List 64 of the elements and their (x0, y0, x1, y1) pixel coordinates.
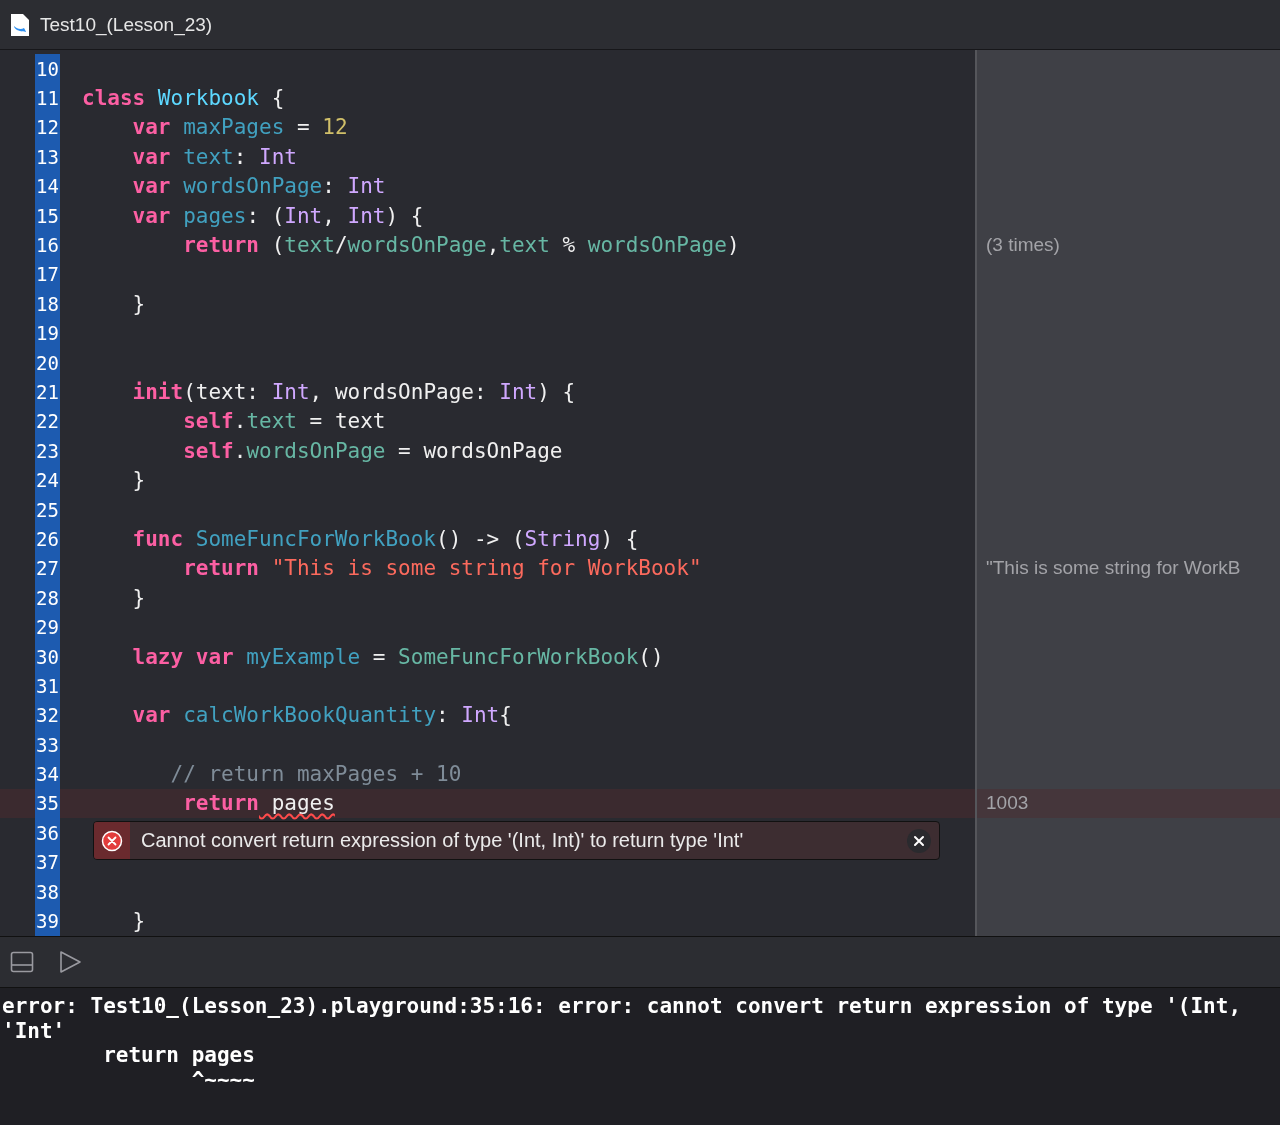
code-line: return "This is some string for WorkBook" (182, 556, 702, 581)
line-number: 33 (35, 730, 60, 760)
line-number: 14 (35, 171, 60, 201)
code-line: return (text/wordsOnPage,text % wordsOnPage) (182, 233, 740, 258)
line-number: 26 (35, 524, 60, 554)
line-number: 34 (35, 759, 60, 789)
line-number: 32 (35, 700, 60, 730)
panel-toggle-icon[interactable] (10, 950, 34, 974)
result-value: "This is some string for WorkB (986, 557, 1241, 580)
line-number: 29 (35, 612, 60, 642)
code-line: var wordsOnPage: Int (131, 174, 386, 199)
code-line: var pages: (Int, Int) { (131, 203, 424, 228)
code-line: var calcWorkBookQuantity: Int{ (131, 703, 512, 728)
line-number: 37 (35, 847, 60, 877)
line-number: 11 (35, 83, 60, 113)
code-line: func SomeFuncForWorkBook() -> (String) { (131, 526, 639, 551)
line-number: 30 (35, 641, 60, 672)
line-number: 39 (35, 906, 60, 936)
code-line: } (131, 291, 146, 316)
line-number: 18 (35, 289, 60, 319)
line-number: 38 (35, 876, 60, 907)
play-icon[interactable] (58, 950, 82, 974)
line-number: 27 (35, 553, 60, 584)
error-message: Cannot convert return expression of type '(Int, Int)' to return type 'Int' (141, 829, 745, 853)
code-line: return pages (182, 791, 335, 816)
code-line: class Workbook { (82, 86, 285, 111)
line-number: 19 (35, 318, 60, 348)
code-line: } (131, 909, 146, 933)
line-number: 20 (35, 347, 60, 378)
result-value: (3 times) (986, 234, 1060, 257)
line-number: 31 (35, 671, 60, 701)
console-line: error: Test10_(Lesson_23).playground:35:16: error: cannot convert return expression of type '(Int, (1, 994, 1243, 1019)
line-number: 22 (35, 406, 60, 437)
line-number: 10 (35, 54, 60, 84)
code-line: self.wordsOnPage = wordsOnPage (182, 438, 563, 463)
code-line: init(text: Int, wordsOnPage: Int) { (131, 380, 576, 404)
code-line: // return maxPages + 10 (169, 762, 462, 787)
line-number: 36 (35, 818, 60, 848)
code-line: var text: Int (131, 144, 297, 169)
line-number: 17 (35, 259, 60, 290)
console-line: 'Int' (1, 1018, 67, 1043)
close-button[interactable] (907, 828, 931, 853)
code-line: } (131, 585, 146, 610)
line-number: 23 (35, 436, 60, 466)
code-line: var maxPages = 12 (131, 115, 348, 140)
result-value: 1003 (986, 792, 1029, 815)
console-line: return pages (102, 1043, 256, 1068)
code-line: lazy var myExample = SomeFuncForWorkBook() (131, 644, 664, 669)
line-number: 13 (35, 142, 60, 172)
close-icon (913, 834, 925, 847)
line-number: 25 (35, 494, 60, 525)
line-number: 15 (35, 200, 60, 231)
code-line: self.text = text (182, 409, 386, 434)
line-number: 28 (35, 583, 60, 613)
line-number: 21 (35, 377, 60, 407)
line-number: 16 (35, 230, 60, 260)
error-icon (101, 829, 123, 852)
code-line: } (131, 468, 146, 493)
line-number: 12 (35, 112, 60, 143)
console-line: ^~~~~ (190, 1067, 256, 1092)
line-number: 35 (35, 788, 60, 819)
line-number: 24 (35, 465, 60, 495)
window-title: Test10_(Lesson_23) (40, 13, 213, 36)
swift-file-icon (10, 12, 30, 37)
